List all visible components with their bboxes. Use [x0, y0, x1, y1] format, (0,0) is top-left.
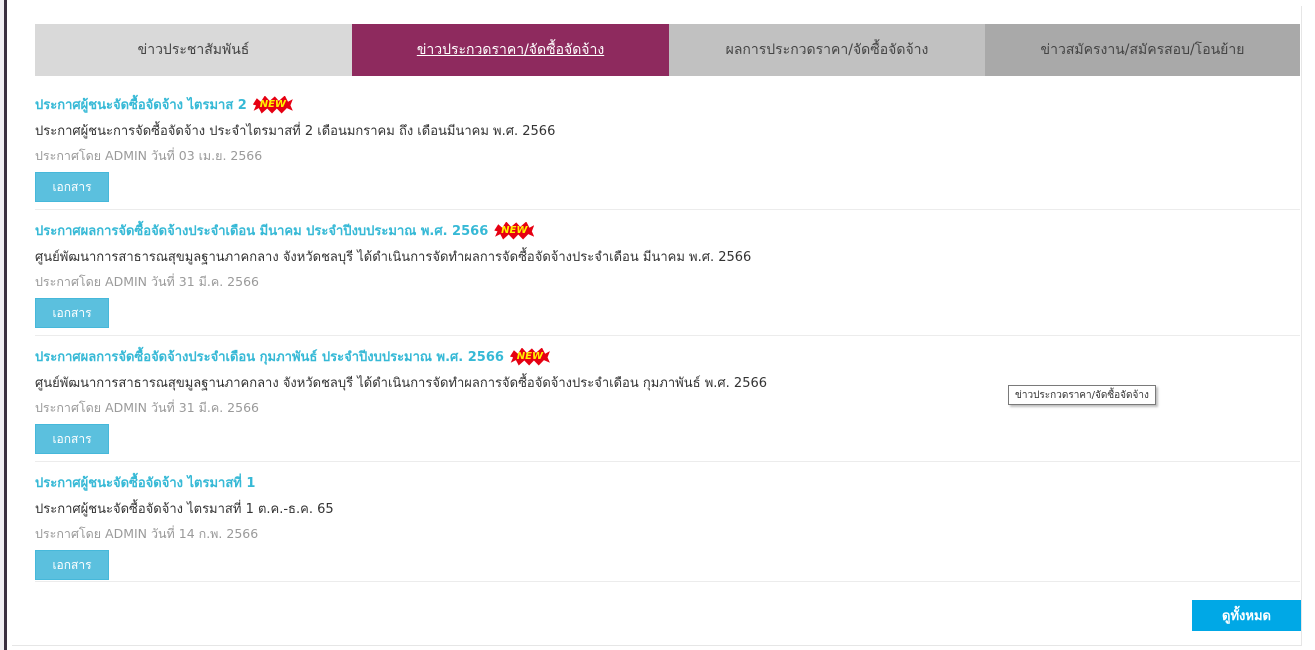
- news-title-link[interactable]: ประกาศผู้ชนะจัดซื้อจัดจ้าง ไตรมาส 2 NEW: [35, 94, 293, 115]
- news-description: ศูนย์พัฒนาการสาธารณสุขมูลฐานภาคกลาง จังห…: [35, 376, 768, 391]
- news-meta: ประกาศโดย ADMIN วันที่ 31 มี.ค. 2566: [35, 274, 259, 289]
- document-button[interactable]: เอกสาร: [35, 550, 109, 580]
- news-title-text[interactable]: ประกาศผลการจัดซื้อจัดจ้างประจำเดือน มีนา…: [35, 220, 488, 241]
- tab-job-applications[interactable]: ข่าวสมัครงาน/สมัครสอบ/โอนย้าย: [985, 24, 1300, 76]
- new-badge-icon: NEW: [509, 347, 550, 366]
- news-title-link[interactable]: ประกาศผลการจัดซื้อจัดจ้างประจำเดือน มีนา…: [35, 220, 535, 241]
- hover-tooltip: ข่าวประกวดราคา/จัดซื้อจัดจ้าง: [1008, 385, 1156, 405]
- news-title-text[interactable]: ประกาศผู้ชนะจัดซื้อจัดจ้าง ไตรมาส 2: [35, 94, 247, 115]
- news-description: ศูนย์พัฒนาการสาธารณสุขมูลฐานภาคกลาง จังห…: [35, 250, 752, 265]
- new-badge-icon: NEW: [252, 95, 293, 114]
- news-title-text[interactable]: ประกาศผู้ชนะจัดซื้อจัดจ้าง ไตรมาสที่ 1: [35, 472, 255, 493]
- news-item: ประกาศผู้ชนะจัดซื้อจัดจ้าง ไตรมาสที่ 1 ป…: [35, 462, 1300, 582]
- news-title-link[interactable]: ประกาศผลการจัดซื้อจัดจ้างประจำเดือน กุมภ…: [35, 346, 550, 367]
- news-title-link[interactable]: ประกาศผู้ชนะจัดซื้อจัดจ้าง ไตรมาสที่ 1: [35, 472, 255, 493]
- new-badge-icon: NEW: [494, 221, 535, 240]
- tab-procurement-news[interactable]: ข่าวประกวดราคา/จัดซื้อจัดจ้าง: [352, 24, 669, 76]
- window-left-edge: [0, 0, 7, 650]
- news-title-text[interactable]: ประกาศผลการจัดซื้อจัดจ้างประจำเดือน กุมภ…: [35, 346, 504, 367]
- view-all-button[interactable]: ดูทั้งหมด: [1192, 600, 1301, 631]
- news-item: ประกาศผู้ชนะจัดซื้อจัดจ้าง ไตรมาส 2 NEW …: [35, 84, 1300, 210]
- document-button[interactable]: เอกสาร: [35, 172, 109, 202]
- tab-procurement-results[interactable]: ผลการประกวดราคา/จัดซื้อจัดจ้าง: [669, 24, 985, 76]
- document-button[interactable]: เอกสาร: [35, 298, 109, 328]
- news-description: ประกาศผู้ชนะจัดซื้อจัดจ้าง ไตรมาสที่ 1 ต…: [35, 502, 334, 517]
- news-meta: ประกาศโดย ADMIN วันที่ 31 มี.ค. 2566: [35, 400, 259, 415]
- news-meta: ประกาศโดย ADMIN วันที่ 14 ก.พ. 2566: [35, 526, 259, 541]
- news-description: ประกาศผู้ชนะการจัดซื้อจัดจ้าง ประจำไตรมา…: [35, 124, 556, 139]
- news-tabs: ข่าวประชาสัมพันธ์ ข่าวประกวดราคา/จัดซื้อ…: [35, 24, 1300, 76]
- tab-public-relations[interactable]: ข่าวประชาสัมพันธ์: [35, 24, 352, 76]
- document-button[interactable]: เอกสาร: [35, 424, 109, 454]
- news-item: ประกาศผลการจัดซื้อจัดจ้างประจำเดือน มีนา…: [35, 210, 1300, 336]
- news-meta: ประกาศโดย ADMIN วันที่ 03 เม.ย. 2566: [35, 148, 263, 163]
- news-list: ประกาศผู้ชนะจัดซื้อจัดจ้าง ไตรมาส 2 NEW …: [35, 84, 1300, 582]
